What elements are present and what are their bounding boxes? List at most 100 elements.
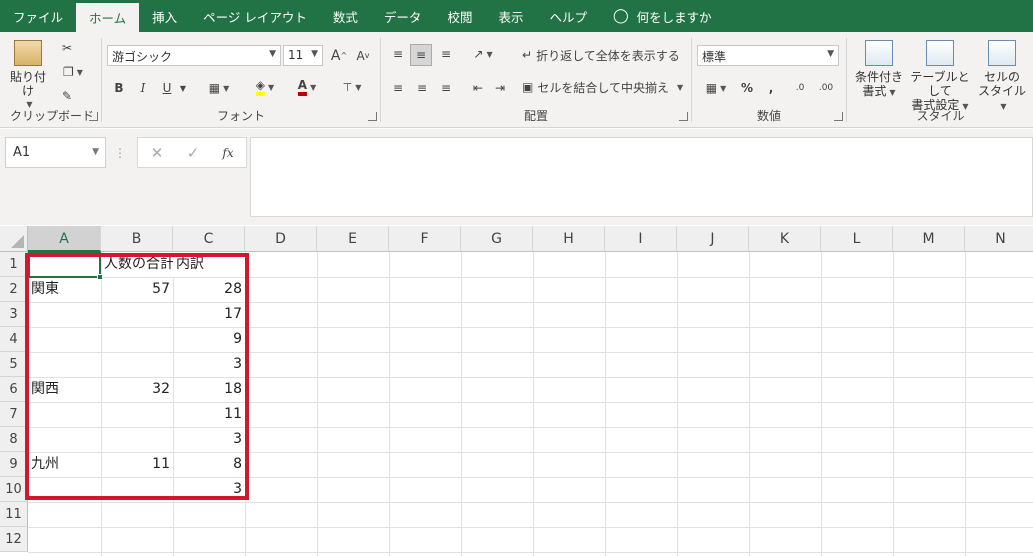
name-box-value: A1 — [13, 145, 31, 160]
column-header-n[interactable]: N — [965, 226, 1033, 252]
bold-button[interactable]: B — [109, 78, 129, 98]
align-center-icon[interactable]: ≡ — [412, 78, 432, 98]
cell-styles-icon — [988, 40, 1016, 66]
font-dialog-launcher-icon[interactable] — [368, 112, 377, 121]
tab-file[interactable]: ファイル — [0, 0, 76, 32]
underline-button[interactable]: U — [157, 78, 177, 98]
phonetic-icon[interactable]: ⊤ ▼ — [337, 76, 367, 98]
align-middle-icon[interactable]: ≡ — [410, 44, 432, 66]
comma-style-icon[interactable]: , — [761, 78, 781, 98]
currency-icon[interactable]: ▦ ▼ — [699, 78, 733, 98]
column-header-l[interactable]: L — [821, 226, 893, 252]
font-color-icon[interactable]: A ▼ — [289, 76, 325, 98]
format-painter-icon[interactable]: ✎ — [56, 86, 78, 106]
chevron-down-icon: ▼ — [311, 49, 318, 59]
chevron-down-icon[interactable]: ▼ — [177, 78, 189, 98]
column-header-d[interactable]: D — [245, 226, 317, 252]
insert-function-icon[interactable]: fx — [216, 142, 240, 164]
gridline — [677, 252, 678, 556]
column-header-f[interactable]: F — [389, 226, 461, 252]
borders-icon[interactable]: ▦ ▼ — [201, 78, 237, 98]
cell-styles-label: セルの — [983, 70, 1020, 84]
cell-styles-button[interactable]: セルの スタイル▼ — [974, 40, 1030, 114]
select-all-button[interactable] — [0, 226, 28, 252]
row-header-6[interactable]: 6 — [0, 377, 28, 402]
divider — [101, 38, 102, 122]
tab-home[interactable]: ホーム — [76, 3, 140, 32]
column-header-a[interactable]: A — [28, 226, 101, 252]
align-right-icon[interactable]: ≡ — [436, 78, 456, 98]
align-top-icon[interactable]: ≡ — [388, 44, 408, 64]
gridline — [28, 552, 1033, 553]
fill-color-icon[interactable]: ◈ ▼ — [247, 76, 283, 98]
row-header-7[interactable]: 7 — [0, 402, 28, 427]
chevron-down-icon: ▼ — [827, 49, 834, 59]
conditional-formatting-button[interactable]: 条件付き 書式 ▼ — [852, 40, 906, 100]
chevron-down-icon: ▼ — [889, 88, 896, 97]
decrease-decimal-icon[interactable]: .00 — [815, 78, 837, 98]
formula-bar-grip-icon[interactable]: ⋮ — [114, 143, 126, 163]
formula-input[interactable] — [250, 137, 1033, 217]
format-as-table-button[interactable]: テーブルとして 書式設定 ▼ — [906, 40, 974, 114]
row-header-8[interactable]: 8 — [0, 427, 28, 452]
tab-data[interactable]: データ — [371, 0, 435, 32]
merge-center-button[interactable]: ▣ セルを結合して中央揃え ▼ — [522, 76, 688, 98]
column-header-e[interactable]: E — [317, 226, 389, 252]
tab-help[interactable]: ヘルプ — [536, 0, 600, 32]
font-name-select[interactable]: 游ゴシック ▼ — [107, 45, 281, 66]
tab-review[interactable]: 校閲 — [434, 0, 485, 32]
alignment-dialog-launcher-icon[interactable] — [679, 112, 688, 121]
divider — [846, 38, 847, 122]
row-header-5[interactable]: 5 — [0, 352, 28, 377]
tab-insert[interactable]: 挿入 — [139, 0, 190, 32]
row-header-10[interactable]: 10 — [0, 477, 28, 502]
decrease-font-icon[interactable]: Av — [353, 45, 373, 66]
percent-icon[interactable]: % — [737, 78, 757, 98]
row-header-3[interactable]: 3 — [0, 302, 28, 327]
row-header-12[interactable]: 12 — [0, 527, 28, 552]
column-header-m[interactable]: M — [893, 226, 965, 252]
align-bottom-icon[interactable]: ≡ — [436, 44, 456, 64]
column-header-b[interactable]: B — [101, 226, 173, 252]
column-header-c[interactable]: C — [173, 226, 245, 252]
orientation-icon[interactable]: ↗ ▼ — [468, 44, 498, 64]
enter-check-icon[interactable]: ✓ — [182, 142, 204, 164]
tab-page-layout[interactable]: ページ レイアウト — [190, 0, 320, 32]
increase-font-icon[interactable]: A ^ — [329, 45, 349, 66]
cancel-icon[interactable]: ✕ — [146, 142, 168, 164]
copy-icon[interactable]: ❐ ▼ — [56, 62, 90, 82]
cut-icon[interactable]: ✂ — [56, 38, 78, 58]
wrap-text-button[interactable]: ↵ 折り返して全体を表示する — [522, 44, 682, 66]
increase-decimal-icon[interactable]: .0 — [789, 78, 811, 98]
gridline — [533, 252, 534, 556]
number-format-select[interactable]: 標準 ▼ — [697, 45, 839, 66]
clipboard-dialog-launcher-icon[interactable] — [89, 112, 98, 121]
chevron-down-icon: ▼ — [92, 147, 99, 157]
highlight-box — [25, 253, 249, 500]
tell-me-label: 何をしますか — [636, 9, 712, 25]
wrap-text-label: 折り返して全体を表示する — [536, 48, 680, 63]
column-header-h[interactable]: H — [533, 226, 605, 252]
italic-button[interactable]: I — [133, 78, 153, 98]
row-header-9[interactable]: 9 — [0, 452, 28, 477]
tab-formulas[interactable]: 数式 — [320, 0, 371, 32]
increase-indent-icon[interactable]: ⇥ — [490, 78, 510, 98]
font-size-select[interactable]: 11 ▼ — [283, 45, 323, 66]
divider — [380, 38, 381, 122]
tab-view[interactable]: 表示 — [485, 0, 536, 32]
format-as-table-label: テーブルとして — [910, 70, 970, 98]
row-header-11[interactable]: 11 — [0, 502, 28, 527]
tell-me-box[interactable]: ◯ 何をしますか — [600, 0, 725, 32]
align-left-icon[interactable]: ≡ — [388, 78, 408, 98]
row-header-1[interactable]: 1 — [0, 252, 28, 277]
column-header-k[interactable]: K — [749, 226, 821, 252]
decrease-indent-icon[interactable]: ⇤ — [468, 78, 488, 98]
number-dialog-launcher-icon[interactable] — [834, 112, 843, 121]
name-box[interactable]: A1 ▼ — [5, 137, 106, 168]
paste-button[interactable]: 貼り付け ▼ — [6, 40, 50, 112]
row-header-4[interactable]: 4 — [0, 327, 28, 352]
column-header-g[interactable]: G — [461, 226, 533, 252]
row-header-2[interactable]: 2 — [0, 277, 28, 302]
column-header-j[interactable]: J — [677, 226, 749, 252]
column-header-i[interactable]: I — [605, 226, 677, 252]
